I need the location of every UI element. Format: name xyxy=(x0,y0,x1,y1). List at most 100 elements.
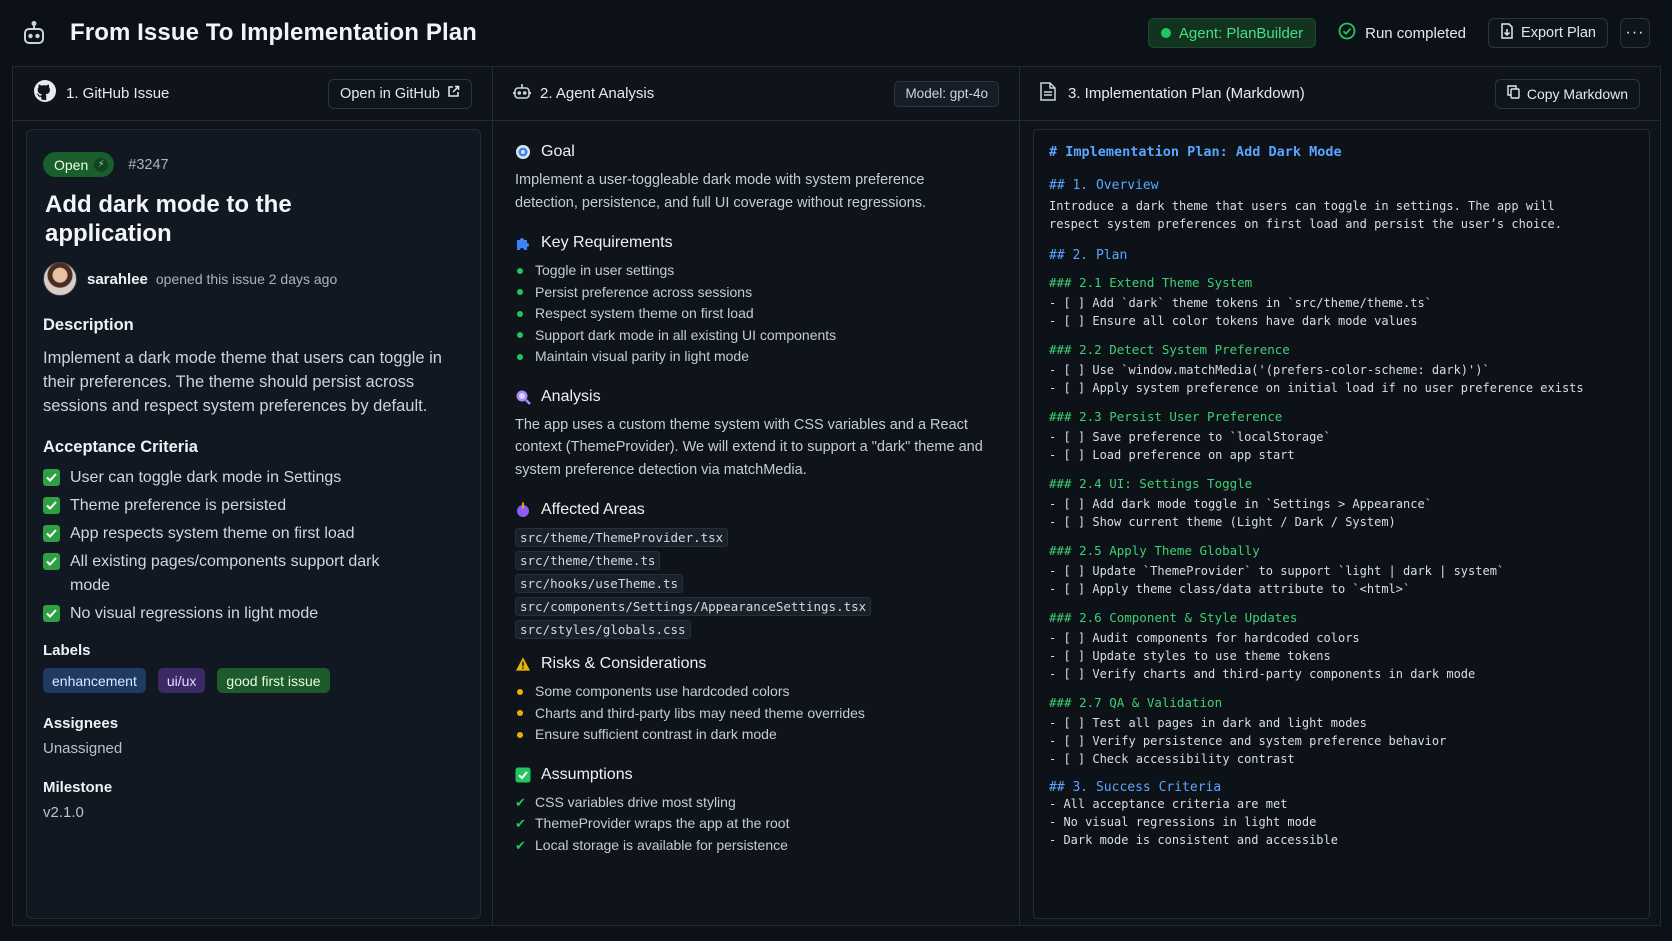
export-icon xyxy=(1500,23,1514,43)
description-heading: Description xyxy=(43,316,134,334)
requirements-list: Toggle in user settings Persist preferen… xyxy=(515,260,999,368)
analysis-text: The app uses a custom theme system with … xyxy=(515,416,983,478)
github-issue-panel: 1. GitHub Issue Open in GitHub Open ⚡ #3… xyxy=(12,66,493,926)
file-chip[interactable]: src/components/Settings/AppearanceSettin… xyxy=(515,597,872,616)
md-line: - [ ] Verify charts and third-party comp… xyxy=(1049,667,1476,681)
puzzle-icon xyxy=(515,235,531,251)
file-chip[interactable]: src/styles/globals.css xyxy=(515,620,691,639)
affected-heading: Affected Areas xyxy=(541,501,645,518)
checkbox-icon[interactable] xyxy=(43,497,60,514)
md-line: - [ ] Update styles to use theme tokens xyxy=(1049,649,1331,663)
md-heading: # Implementation Plan: Add Dark Mode xyxy=(1049,144,1342,160)
requirement-item: Toggle in user settings xyxy=(515,260,999,282)
plan-panel-title: 3. Implementation Plan (Markdown) xyxy=(1068,85,1305,102)
goal-section: Goal Implement a user-toggleable dark mo… xyxy=(515,143,999,214)
implementation-plan-panel: 3. Implementation Plan (Markdown) Copy M… xyxy=(1019,66,1661,926)
md-line: - [ ] Add `dark` theme tokens in `src/th… xyxy=(1049,296,1432,310)
bullet-icon xyxy=(517,710,523,717)
checkbox-icon[interactable] xyxy=(43,525,60,542)
open-in-github-button[interactable]: Open in GitHub xyxy=(328,78,472,109)
issue-description: Implement a dark mode theme that users c… xyxy=(43,349,442,415)
export-plan-button[interactable]: Export Plan xyxy=(1488,18,1608,48)
md-line: - Dark mode is consistent and accessible xyxy=(1049,833,1338,847)
md-line: - [ ] Show current theme (Light / Dark /… xyxy=(1049,515,1396,529)
checkbox-icon xyxy=(515,767,531,783)
md-heading: ### 2.1 Extend Theme System xyxy=(1049,275,1253,290)
requirement-item: Persist preference across sessions xyxy=(515,282,999,304)
label-ui-ux[interactable]: ui/ux xyxy=(157,668,206,693)
md-heading: ### 2.6 Component & Style Updates xyxy=(1049,610,1298,625)
risk-item: Ensure sufficient contrast in dark mode xyxy=(515,724,999,746)
criteria-item: No visual regressions in light mode xyxy=(43,602,464,626)
checkbox-icon[interactable] xyxy=(43,469,60,486)
md-line: - [ ] Check accessibility contrast xyxy=(1049,752,1295,766)
run-status-label: Run completed xyxy=(1365,24,1467,42)
file-chip[interactable]: src/theme/ThemeProvider.tsx xyxy=(515,528,729,547)
requirements-section: Key Requirements Toggle in user settings… xyxy=(515,234,999,368)
md-line: - No visual regressions in light mode xyxy=(1049,815,1317,829)
md-line: - All acceptance criteria are met xyxy=(1049,797,1288,811)
bullet-icon xyxy=(517,310,523,317)
md-line: - [ ] Use `window.matchMedia('(prefers-c… xyxy=(1049,363,1490,377)
analysis-section: Analysis The app uses a custom theme sys… xyxy=(515,388,999,482)
md-heading: ### 2.4 UI: Settings Toggle xyxy=(1049,476,1253,491)
criteria-item: App respects system theme on first load xyxy=(43,522,464,546)
author-meta: opened this issue 2 days ago xyxy=(155,271,338,287)
md-line: - [ ] Apply system preference on initial… xyxy=(1049,381,1584,395)
target-icon xyxy=(515,144,531,160)
more-icon: ··· xyxy=(1625,24,1645,41)
agent-analysis-panel: 2. Agent Analysis Model: gpt-4o Goal Imp… xyxy=(492,66,1020,926)
author-avatar[interactable] xyxy=(43,262,77,296)
assignees-heading: Assignees xyxy=(43,715,119,732)
run-status: Run completed xyxy=(1328,22,1476,44)
check-icon: ✔ xyxy=(515,816,526,831)
milestone-value: v2.1.0 xyxy=(43,804,84,821)
issue-status-badge: Open ⚡ xyxy=(43,152,115,177)
md-line: respect system preferences on first load… xyxy=(1049,217,1562,231)
warning-icon xyxy=(515,656,531,672)
assumptions-heading: Assumptions xyxy=(541,765,633,783)
md-line: - [ ] Test all pages in dark and light m… xyxy=(1049,716,1367,730)
assumptions-list: ✔ CSS variables drive most styling ✔ Theme… xyxy=(515,792,999,857)
issue-panel-header: 1. GitHub Issue Open in GitHub xyxy=(13,67,492,121)
copy-markdown-label: Copy Markdown xyxy=(1526,85,1628,102)
author-name[interactable]: sarahlee xyxy=(87,271,148,288)
magnifier-icon xyxy=(515,389,531,405)
requirement-item: Maintain visual parity in light mode xyxy=(515,346,999,368)
md-heading: ### 2.3 Persist User Preference xyxy=(1049,409,1283,424)
md-line: - [ ] Save preference to `localStorage` xyxy=(1049,430,1331,444)
checkbox-icon[interactable] xyxy=(43,553,60,570)
requirement-item: Respect system theme on first load xyxy=(515,303,999,325)
issue-title: Add dark mode to the application xyxy=(45,191,292,247)
open-in-github-label: Open in GitHub xyxy=(340,85,440,102)
label-enhancement[interactable]: enhancement xyxy=(43,668,146,693)
agent-badge[interactable]: Agent: PlanBuilder xyxy=(1147,18,1317,48)
pin-icon xyxy=(515,502,531,518)
more-options-button[interactable]: ··· xyxy=(1620,18,1650,48)
external-link-icon xyxy=(447,85,460,102)
copy-markdown-button[interactable]: Copy Markdown xyxy=(1494,78,1640,109)
issue-card: Open ⚡ #3247 Add dark mode to the applic… xyxy=(26,129,481,919)
file-chip[interactable]: src/theme/theme.ts xyxy=(515,551,661,570)
md-line: - [ ] Update `ThemeProvider` to support … xyxy=(1049,564,1505,578)
analysis-heading: Analysis xyxy=(541,387,601,405)
robot-icon xyxy=(513,82,532,105)
checkbox-icon[interactable] xyxy=(43,605,60,622)
md-heading: ### 2.5 Apply Theme Globally xyxy=(1049,543,1260,558)
markdown-viewer[interactable]: # Implementation Plan: Add Dark Mode ## … xyxy=(1033,129,1650,919)
bullet-icon xyxy=(517,267,523,274)
criteria-heading: Acceptance Criteria xyxy=(43,438,198,456)
label-good-first-issue[interactable]: good first issue xyxy=(217,668,330,693)
issue-number: #3247 xyxy=(128,156,169,173)
md-heading: ## 1. Overview xyxy=(1049,178,1159,193)
check-icon: ✔ xyxy=(515,837,526,853)
md-line: Introduce a dark theme that users can to… xyxy=(1049,199,1555,213)
risks-heading: Risks & Considerations xyxy=(541,655,707,672)
file-chip[interactable]: src/hooks/useTheme.ts xyxy=(515,574,684,593)
goal-text: Implement a user-toggleable dark mode wi… xyxy=(515,172,927,211)
risks-section: Risks & Considerations Some components u… xyxy=(515,655,999,746)
check-icon: ✔ xyxy=(515,794,526,810)
check-circle-icon xyxy=(1338,22,1356,44)
md-line: - [ ] Apply theme class/data attribute t… xyxy=(1049,582,1411,596)
issue-panel-title: 1. GitHub Issue xyxy=(66,85,170,102)
